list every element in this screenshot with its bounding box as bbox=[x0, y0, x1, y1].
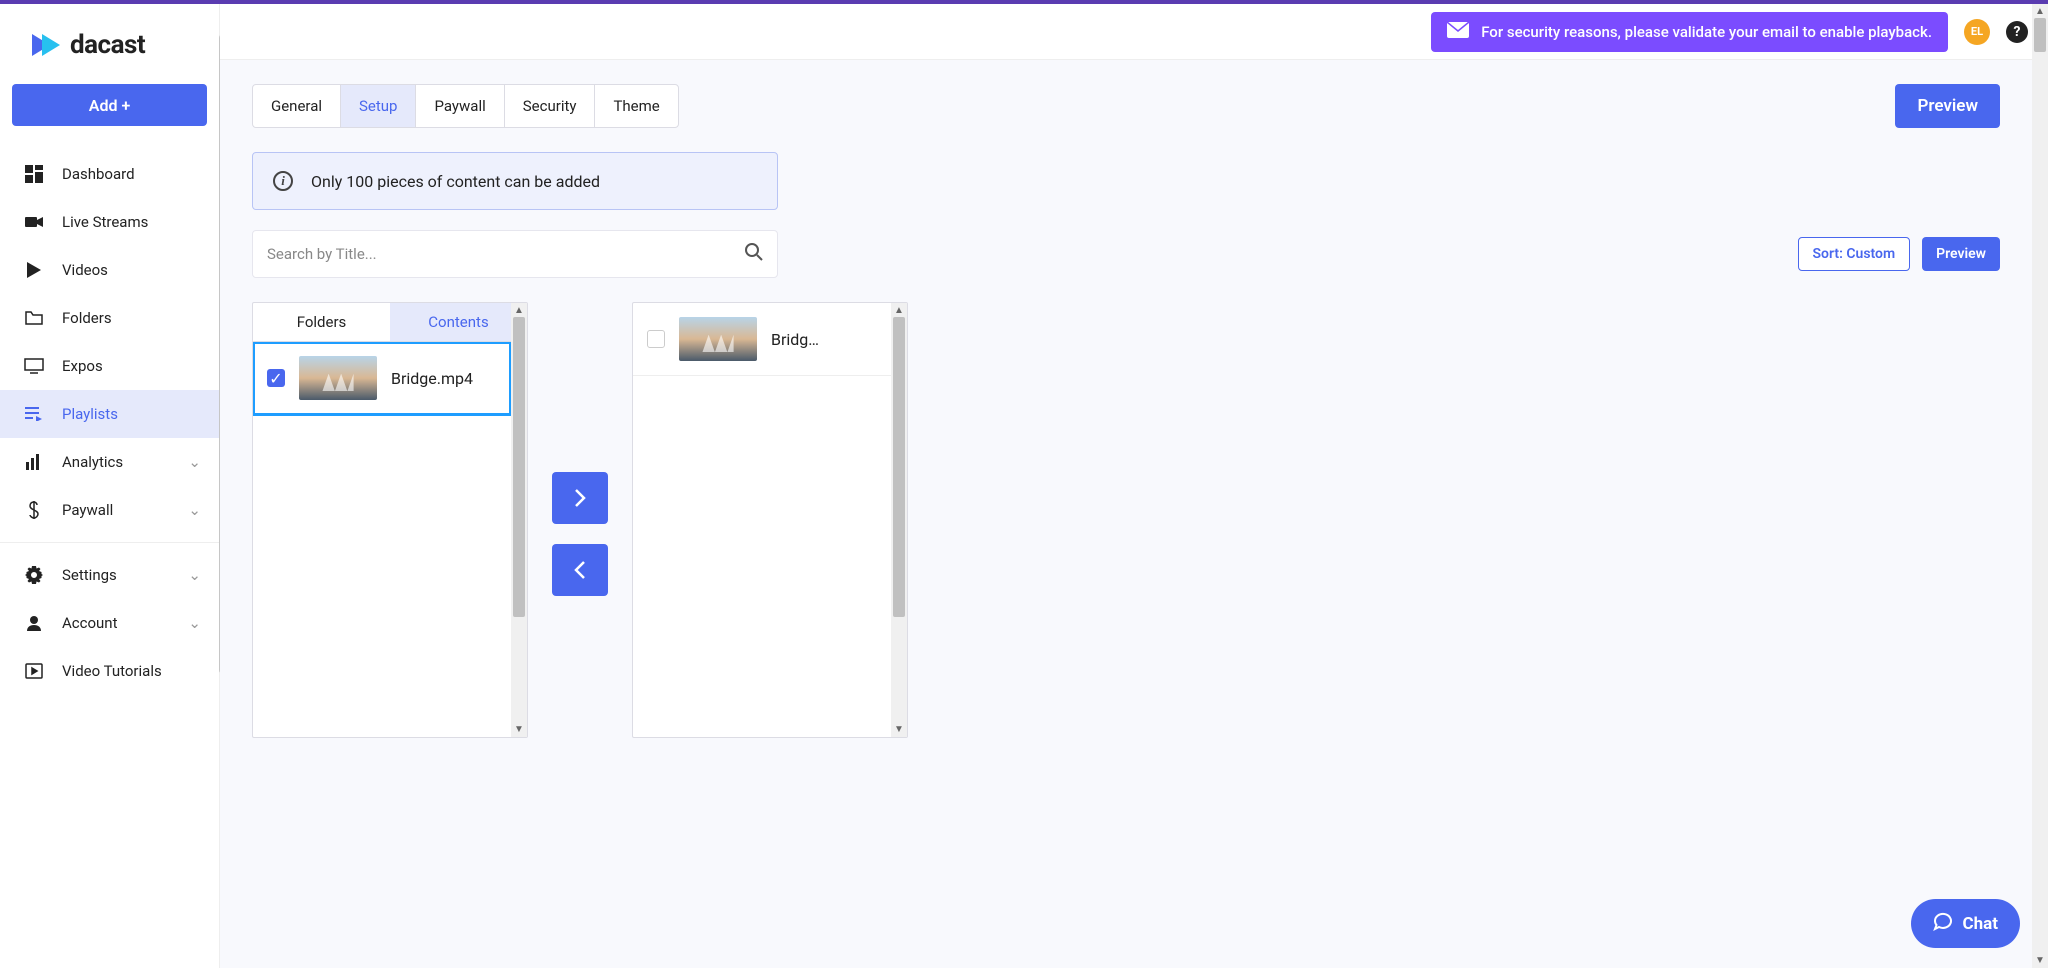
tab-security[interactable]: Security bbox=[505, 85, 596, 127]
destination-panel: ▲▼ Bridg… bbox=[632, 302, 908, 738]
preview-small-button[interactable]: Preview bbox=[1922, 237, 2000, 271]
mail-icon bbox=[1447, 22, 1469, 42]
checkbox-icon[interactable] bbox=[647, 330, 665, 348]
sidebar-item-analytics[interactable]: Analytics ⌄ bbox=[0, 438, 219, 486]
panel-tab-folders[interactable]: Folders bbox=[253, 303, 390, 341]
gear-icon bbox=[24, 565, 44, 585]
video-tutorial-icon bbox=[24, 661, 44, 681]
chat-button[interactable]: Chat bbox=[1911, 899, 2021, 948]
playlist-icon bbox=[24, 404, 44, 424]
sidebar-item-dashboard[interactable]: Dashboard bbox=[0, 150, 219, 198]
sidebar-item-label: Folders bbox=[62, 309, 112, 327]
page-content: General Setup Paywall Security Theme Pre… bbox=[220, 60, 2032, 968]
sidebar-item-label: Live Streams bbox=[62, 213, 148, 231]
sort-button[interactable]: Sort: Custom bbox=[1798, 237, 1911, 271]
folder-icon bbox=[24, 308, 44, 328]
tab-theme[interactable]: Theme bbox=[595, 85, 677, 127]
sidebar-item-videos[interactable]: Videos bbox=[0, 246, 219, 294]
sidebar-item-tutorials[interactable]: Video Tutorials bbox=[0, 647, 219, 695]
file-name: Bridge.mp4 bbox=[391, 369, 497, 388]
sidebar-item-paywall[interactable]: Paywall ⌄ bbox=[0, 486, 219, 534]
search-input[interactable] bbox=[267, 245, 745, 263]
chevron-down-icon: ⌄ bbox=[188, 566, 201, 584]
file-name: Bridg… bbox=[771, 330, 877, 349]
sidebar-nav: Dashboard Live Streams Videos Folders Ex… bbox=[0, 150, 219, 695]
checkbox-icon[interactable]: ✓ bbox=[267, 369, 285, 387]
tab-general[interactable]: General bbox=[253, 85, 341, 127]
main-area: ▲▼ For security reasons, please validate… bbox=[220, 4, 2048, 968]
sidebar-item-label: Account bbox=[62, 614, 118, 632]
sidebar-item-label: Analytics bbox=[62, 453, 123, 471]
avatar[interactable]: EL bbox=[1964, 19, 1990, 45]
chevron-down-icon: ⌄ bbox=[188, 501, 201, 519]
bars-icon bbox=[24, 452, 44, 472]
content-picker: ▲▼ Folders Contents ✓ Bridge.mp4 bbox=[252, 302, 2000, 738]
add-to-playlist-button[interactable] bbox=[552, 472, 608, 524]
sidebar-item-label: Expos bbox=[62, 357, 103, 375]
monitor-icon bbox=[24, 356, 44, 376]
destination-item[interactable]: Bridg… bbox=[633, 303, 891, 376]
video-thumbnail bbox=[679, 317, 757, 361]
sidebar-divider bbox=[0, 542, 219, 543]
transfer-controls bbox=[552, 472, 608, 596]
content-scrollbar[interactable]: ▲▼ bbox=[2032, 4, 2048, 968]
preview-button[interactable]: Preview bbox=[1895, 84, 2000, 128]
sidebar-item-account[interactable]: Account ⌄ bbox=[0, 599, 219, 647]
tab-setup[interactable]: Setup bbox=[341, 85, 416, 127]
sidebar-item-label: Video Tutorials bbox=[62, 662, 162, 680]
video-thumbnail bbox=[299, 356, 377, 400]
sidebar-item-settings[interactable]: Settings ⌄ bbox=[0, 551, 219, 599]
sidebar-item-label: Videos bbox=[62, 261, 108, 279]
banner-text: For security reasons, please validate yo… bbox=[1481, 23, 1932, 41]
panel-tab-contents[interactable]: Contents bbox=[390, 303, 527, 341]
sidebar-item-playlists[interactable]: Playlists bbox=[0, 390, 219, 438]
sidebar: dacast Add + Dashboard Live Streams Vide… bbox=[0, 4, 220, 968]
top-header: For security reasons, please validate yo… bbox=[220, 4, 2048, 60]
remove-from-playlist-button[interactable] bbox=[552, 544, 608, 596]
chat-label: Chat bbox=[1963, 914, 1999, 934]
add-button[interactable]: Add + bbox=[12, 84, 207, 126]
sidebar-item-folders[interactable]: Folders bbox=[0, 294, 219, 342]
panel-scrollbar[interactable]: ▲▼ bbox=[511, 303, 527, 737]
validation-banner[interactable]: For security reasons, please validate yo… bbox=[1431, 12, 1948, 52]
sidebar-item-expos[interactable]: Expos bbox=[0, 342, 219, 390]
search-icon bbox=[745, 243, 763, 265]
sidebar-item-livestreams[interactable]: Live Streams bbox=[0, 198, 219, 246]
dashboard-icon bbox=[24, 164, 44, 184]
brand-logo[interactable]: dacast bbox=[0, 4, 219, 84]
search-field[interactable] bbox=[252, 230, 778, 278]
info-icon: i bbox=[273, 171, 293, 191]
play-icon bbox=[24, 260, 44, 280]
brand-name: dacast bbox=[70, 30, 145, 60]
sidebar-item-label: Dashboard bbox=[62, 165, 135, 183]
sidebar-item-label: Settings bbox=[62, 566, 117, 584]
sidebar-item-label: Paywall bbox=[62, 501, 113, 519]
source-item[interactable]: ✓ Bridge.mp4 bbox=[253, 342, 511, 415]
tab-paywall[interactable]: Paywall bbox=[416, 85, 504, 127]
person-icon bbox=[24, 613, 44, 633]
panel-scrollbar[interactable]: ▲▼ bbox=[891, 303, 907, 737]
logo-icon bbox=[30, 32, 62, 58]
source-panel: ▲▼ Folders Contents ✓ Bridge.mp4 bbox=[252, 302, 528, 738]
dollar-icon bbox=[24, 500, 44, 520]
info-text: Only 100 pieces of content can be added bbox=[311, 172, 600, 191]
info-banner: i Only 100 pieces of content can be adde… bbox=[252, 152, 778, 210]
chevron-down-icon: ⌄ bbox=[188, 453, 201, 471]
help-icon[interactable]: ? bbox=[2006, 21, 2028, 43]
chat-icon bbox=[1933, 911, 1953, 936]
chevron-down-icon: ⌄ bbox=[188, 614, 201, 632]
sidebar-item-label: Playlists bbox=[62, 405, 118, 423]
camera-icon bbox=[24, 212, 44, 232]
page-tabs: General Setup Paywall Security Theme bbox=[252, 84, 679, 128]
